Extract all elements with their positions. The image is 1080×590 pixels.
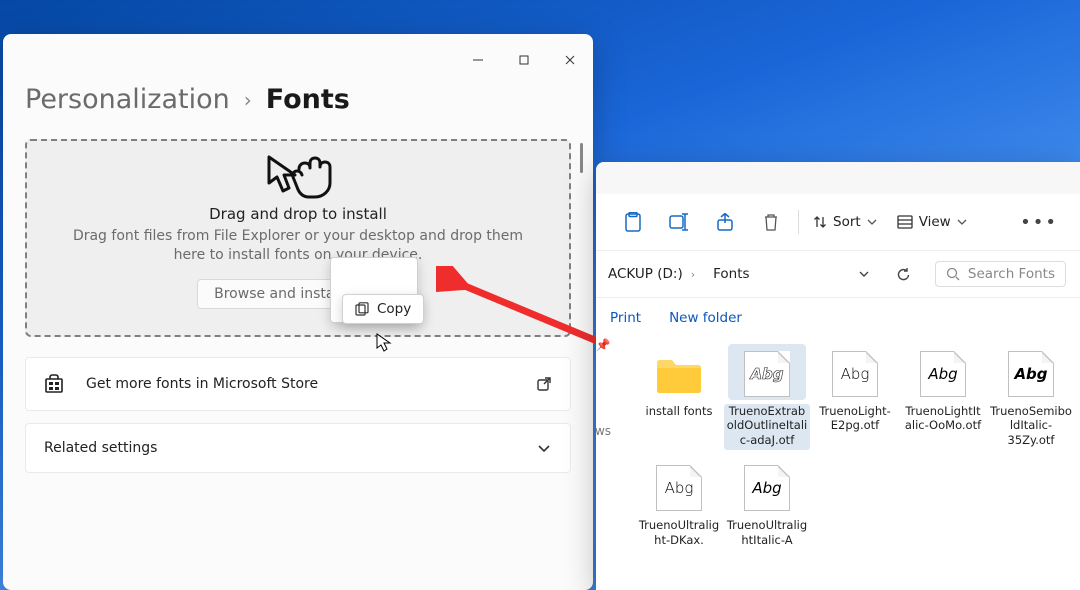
cursor-pointer-icon — [375, 332, 395, 352]
path-dropdown-button[interactable] — [849, 259, 879, 289]
file-name: install fonts — [644, 404, 715, 421]
sort-button[interactable]: Sort — [803, 204, 887, 240]
search-placeholder: Search Fonts — [968, 266, 1055, 282]
font-file-item[interactable]: Abg TruenoSemiboldItalic-35Zy.otf — [988, 344, 1074, 450]
path-segment-folder[interactable]: Fonts — [709, 262, 753, 286]
refresh-button[interactable] — [889, 259, 919, 289]
search-input[interactable]: Search Fonts — [935, 261, 1066, 287]
nav-pane-edge: 📌 ws — [596, 338, 610, 438]
file-name: TruenoExtraboldOutlineItalic-adaJ.otf — [724, 404, 810, 450]
font-thumb-icon: Abg — [744, 351, 790, 397]
font-thumb-icon: Abg — [744, 465, 790, 511]
paste-button[interactable] — [610, 204, 656, 240]
open-external-icon — [536, 376, 552, 392]
font-file-item[interactable]: Abg TruenoLightItalic-OoMo.otf — [900, 344, 986, 450]
pin-icon: 📌 — [596, 338, 610, 352]
explorer-titlebar — [596, 162, 1080, 194]
file-explorer-window: Sort View ••• ACKUP (D:)› Fonts Search F… — [596, 162, 1080, 590]
breadcrumb: Personalization › Fonts — [3, 78, 593, 139]
drag-drop-cursor-icon — [263, 153, 333, 199]
related-settings-label: Related settings — [44, 440, 536, 456]
more-button[interactable]: ••• — [1012, 212, 1066, 233]
font-file-item[interactable]: Abg TruenoExtraboldOutlineItalic-adaJ.otf — [724, 344, 810, 450]
chevron-right-icon: ws — [596, 424, 611, 438]
print-link[interactable]: Print — [610, 310, 641, 326]
chevron-right-icon: › — [244, 88, 252, 112]
font-thumb-icon: Abg — [920, 351, 966, 397]
font-file-item[interactable]: Abg TruenoLight-E2pg.otf — [812, 344, 898, 450]
search-icon — [946, 267, 960, 281]
close-button[interactable] — [547, 44, 593, 76]
sort-label: Sort — [833, 214, 861, 230]
dropzone-subtitle: Drag font files from File Explorer or yo… — [57, 227, 539, 265]
font-thumb-icon: Abg — [656, 465, 702, 511]
breadcrumb-current: Fonts — [266, 84, 350, 115]
scrollbar[interactable] — [580, 143, 583, 173]
font-thumb-icon: Abg — [832, 351, 878, 397]
file-name: TruenoUltralight-DKax. — [636, 518, 722, 550]
font-dropzone[interactable]: Drag and drop to install Drag font files… — [25, 139, 571, 337]
delete-button[interactable] — [748, 204, 794, 240]
store-card-label: Get more fonts in Microsoft Store — [86, 376, 536, 392]
new-folder-link[interactable]: New folder — [669, 310, 742, 326]
view-button[interactable]: View — [887, 204, 977, 240]
view-icon — [897, 215, 913, 229]
chevron-down-icon — [957, 217, 967, 227]
file-name: TruenoLightItalic-OoMo.otf — [900, 404, 986, 436]
dropzone-title: Drag and drop to install — [209, 205, 387, 223]
address-bar: ACKUP (D:)› Fonts Search Fonts — [596, 251, 1080, 298]
folder-icon — [654, 354, 704, 394]
file-name: TruenoLight-E2pg.otf — [812, 404, 898, 436]
store-icon — [44, 374, 64, 394]
drag-copy-badge: Copy — [342, 294, 424, 324]
minimize-button[interactable] — [455, 44, 501, 76]
path-segment-drive[interactable]: ACKUP (D:)› — [604, 262, 699, 286]
rename-button[interactable] — [656, 204, 702, 240]
share-button[interactable] — [702, 204, 748, 240]
chevron-right-icon: › — [691, 268, 695, 281]
window-titlebar — [3, 34, 593, 78]
font-file-item[interactable]: Abg TruenoUltralightItalic-A — [724, 458, 810, 550]
store-card[interactable]: Get more fonts in Microsoft Store — [25, 357, 571, 411]
font-thumb-icon: Abg — [1008, 351, 1054, 397]
settings-window: Personalization › Fonts Drag and drop to… — [3, 34, 593, 590]
font-file-item[interactable]: Abg TruenoUltralight-DKax. — [636, 458, 722, 550]
folder-item[interactable]: install fonts — [636, 344, 722, 450]
chevron-down-icon — [867, 217, 877, 227]
command-linkbar: Print New folder — [596, 298, 1080, 338]
related-settings-card[interactable]: Related settings — [25, 423, 571, 473]
file-name: TruenoUltralightItalic-A — [724, 518, 810, 550]
sort-icon — [813, 215, 827, 229]
view-label: View — [919, 214, 951, 230]
maximize-button[interactable] — [501, 44, 547, 76]
chevron-down-icon — [536, 440, 552, 456]
breadcrumb-parent[interactable]: Personalization — [25, 84, 230, 115]
file-name: TruenoSemiboldItalic-35Zy.otf — [988, 404, 1074, 450]
drag-copy-label: Copy — [377, 301, 411, 317]
copy-icon — [355, 302, 369, 316]
file-grid: install fonts Abg TruenoExtraboldOutlineIt… — [596, 338, 1080, 550]
toolbar-separator — [798, 210, 799, 234]
explorer-toolbar: Sort View ••• — [596, 194, 1080, 251]
